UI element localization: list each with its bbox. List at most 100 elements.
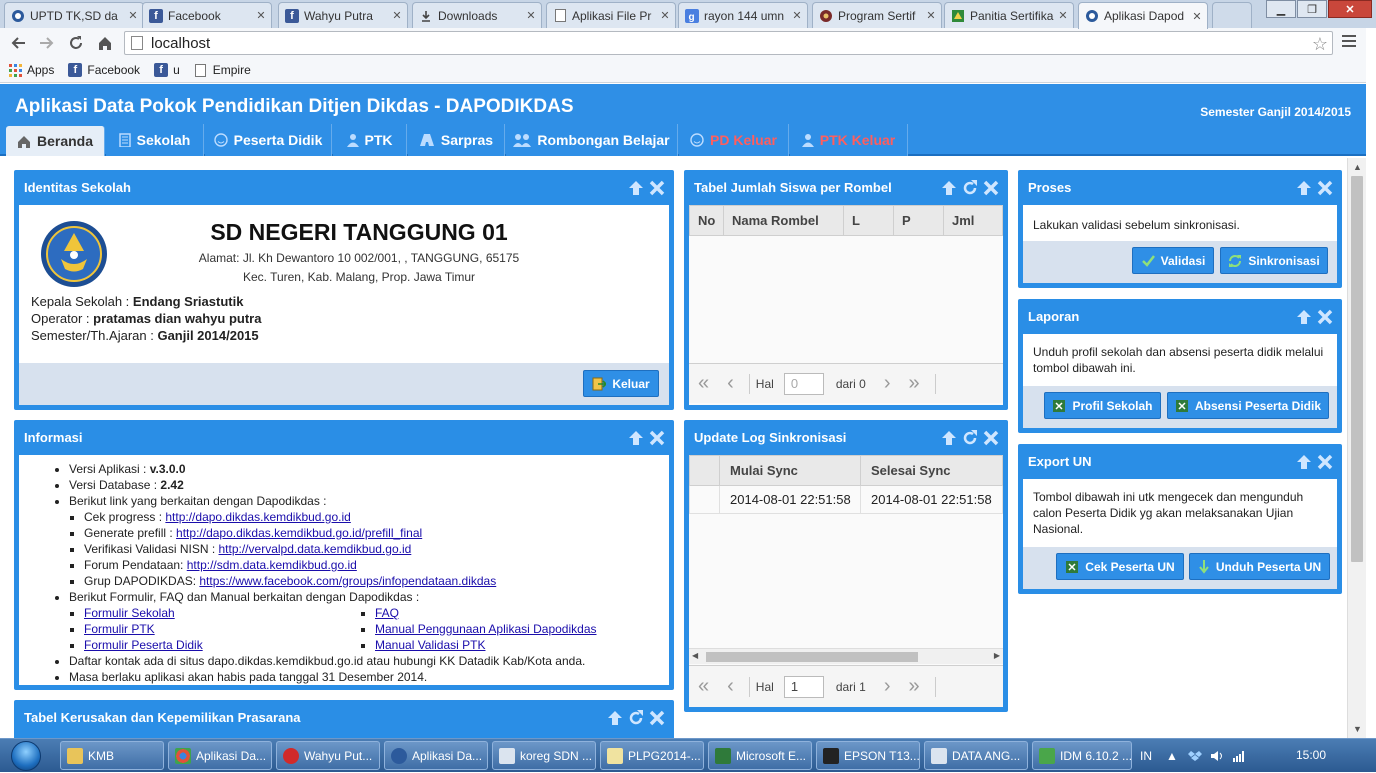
manual-validasi-ptk-link[interactable]: Manual Validasi PTK — [375, 638, 486, 652]
link[interactable]: http://sdm.data.kemdikbud.go.id — [187, 558, 357, 572]
prev-page-icon[interactable]: ‹ — [727, 675, 734, 698]
taskbar-item[interactable]: Aplikasi Da... — [168, 741, 272, 770]
unduh-peserta-un-button[interactable]: Unduh Peserta UN — [1189, 553, 1330, 580]
taskbar-item[interactable]: Aplikasi Da... — [384, 741, 488, 770]
browser-tab[interactable]: f Wahyu Putra ✕ — [278, 2, 408, 28]
last-page-icon[interactable]: » — [909, 372, 920, 395]
browser-tab[interactable]: Aplikasi File Pr ✕ — [546, 2, 676, 28]
column-header[interactable]: Nama Rombel — [723, 205, 844, 236]
clock[interactable]: 15:00 — [1296, 748, 1326, 762]
column-header[interactable]: No — [689, 205, 724, 236]
address-bar[interactable]: localhost — [124, 31, 1333, 55]
tab-sekolah[interactable]: Sekolah — [106, 124, 204, 156]
validasi-button[interactable]: Validasi — [1132, 247, 1214, 274]
close-icon[interactable]: ✕ — [391, 9, 403, 22]
close-icon[interactable]: ✕ — [525, 9, 537, 22]
link[interactable]: http://dapo.dikdas.kemdikbud.go.id/prefi… — [176, 526, 422, 540]
language-indicator[interactable]: IN — [1140, 749, 1152, 763]
column-header[interactable]: L — [843, 205, 894, 236]
absensi-button[interactable]: Absensi Peserta Didik — [1167, 392, 1329, 419]
reload-button[interactable] — [64, 31, 88, 55]
close-icon[interactable] — [649, 180, 665, 196]
browser-tab-active[interactable]: Aplikasi Dapod ✕ — [1078, 2, 1208, 29]
taskbar-item[interactable]: DATA ANG... — [924, 741, 1028, 770]
refresh-icon[interactable] — [962, 179, 978, 196]
maximize-button[interactable]: ❐ — [1297, 0, 1327, 18]
scroll-thumb[interactable] — [706, 652, 918, 662]
close-icon[interactable]: ✕ — [659, 9, 671, 22]
column-header[interactable]: Jml — [943, 205, 1003, 236]
collapse-up-icon[interactable] — [628, 180, 644, 196]
new-tab-button[interactable] — [1212, 2, 1252, 28]
taskbar-item[interactable]: PLPG2014-... — [600, 741, 704, 770]
table-row[interactable]: 2014-08-01 22:51:58 2014-08-01 22:51:58 — [689, 485, 1003, 514]
browser-tab[interactable]: Program Sertif ✕ — [812, 2, 942, 28]
first-page-icon[interactable]: « — [698, 675, 709, 698]
scroll-thumb[interactable] — [1351, 176, 1363, 562]
page-input[interactable]: 0 — [783, 372, 824, 395]
next-page-icon[interactable]: › — [884, 675, 891, 698]
browser-tab[interactable]: UPTD TK,SD da ✕ — [4, 2, 144, 28]
next-page-icon[interactable]: › — [884, 372, 891, 395]
close-icon[interactable] — [983, 430, 999, 446]
collapse-up-icon[interactable] — [1296, 454, 1312, 470]
close-icon[interactable] — [1317, 454, 1333, 470]
bookmark-u[interactable]: f u — [154, 63, 180, 77]
dropbox-icon[interactable] — [1187, 750, 1202, 762]
close-icon[interactable] — [649, 430, 665, 446]
tab-ptk[interactable]: PTK — [333, 124, 407, 156]
refresh-icon[interactable] — [628, 709, 644, 726]
close-icon[interactable]: ✕ — [1191, 10, 1203, 23]
tab-pd-keluar[interactable]: PD Keluar — [679, 124, 789, 156]
tab-rombongan-belajar[interactable]: Rombongan Belajar — [506, 124, 678, 156]
bookmark-apps[interactable]: Apps — [8, 63, 54, 77]
close-icon[interactable]: ✕ — [127, 9, 139, 22]
collapse-up-icon[interactable] — [607, 710, 623, 726]
browser-tab[interactable]: Downloads ✕ — [412, 2, 542, 28]
close-icon[interactable]: ✕ — [791, 9, 803, 22]
formulir-sekolah-link[interactable]: Formulir Sekolah — [84, 606, 175, 620]
taskbar-item[interactable]: EPSON T13... — [816, 741, 920, 770]
collapse-up-icon[interactable] — [941, 180, 957, 196]
taskbar-item[interactable]: KMB — [60, 741, 164, 770]
tab-peserta-didik[interactable]: Peserta Didik — [205, 124, 332, 156]
column-header[interactable]: Mulai Sync — [719, 455, 861, 486]
bookmark-empire[interactable]: Empire — [194, 63, 251, 77]
link[interactable]: http://dapo.dikdas.kemdikbud.go.id — [165, 510, 350, 524]
tab-sarpras[interactable]: Sarpras — [408, 124, 505, 156]
volume-icon[interactable] — [1210, 750, 1224, 762]
show-hidden-icon[interactable]: ▲ — [1166, 749, 1178, 763]
formulir-ptk-link[interactable]: Formulir PTK — [84, 622, 155, 636]
close-icon[interactable] — [1317, 180, 1333, 196]
refresh-icon[interactable] — [962, 429, 978, 446]
forward-button[interactable] — [35, 31, 59, 55]
horizontal-scrollbar[interactable]: ◀ ▶ — [689, 648, 1003, 664]
first-page-icon[interactable]: « — [698, 372, 709, 395]
prev-page-icon[interactable]: ‹ — [727, 372, 734, 395]
close-icon[interactable]: ✕ — [255, 9, 267, 22]
collapse-up-icon[interactable] — [941, 430, 957, 446]
close-icon[interactable] — [649, 710, 665, 726]
home-button[interactable] — [93, 31, 117, 55]
link[interactable]: https://www.facebook.com/groups/infopend… — [199, 574, 496, 588]
menu-icon[interactable] — [1342, 35, 1356, 50]
tab-ptk-keluar[interactable]: PTK Keluar — [790, 124, 908, 156]
formulir-peserta-didik-link[interactable]: Formulir Peserta Didik — [84, 638, 203, 652]
close-icon[interactable] — [983, 180, 999, 196]
window-close-button[interactable]: ✕ — [1328, 0, 1372, 18]
browser-tab[interactable]: f Facebook ✕ — [142, 2, 272, 28]
taskbar-item[interactable]: Microsoft E... — [708, 741, 812, 770]
tab-beranda[interactable]: Beranda — [6, 126, 105, 156]
close-icon[interactable]: ✕ — [1057, 9, 1069, 22]
keluar-button[interactable]: Keluar — [583, 370, 659, 397]
collapse-up-icon[interactable] — [1296, 309, 1312, 325]
collapse-up-icon[interactable] — [628, 430, 644, 446]
column-header[interactable]: P — [893, 205, 944, 236]
faq-link[interactable]: FAQ — [375, 606, 399, 620]
link[interactable]: http://vervalpd.data.kemdikbud.go.id — [219, 542, 412, 556]
browser-tab[interactable]: Panitia Sertifika ✕ — [944, 2, 1074, 28]
network-icon[interactable] — [1232, 750, 1246, 762]
taskbar-item[interactable]: koreg SDN ... — [492, 741, 596, 770]
last-page-icon[interactable]: » — [909, 675, 920, 698]
collapse-up-icon[interactable] — [1296, 180, 1312, 196]
